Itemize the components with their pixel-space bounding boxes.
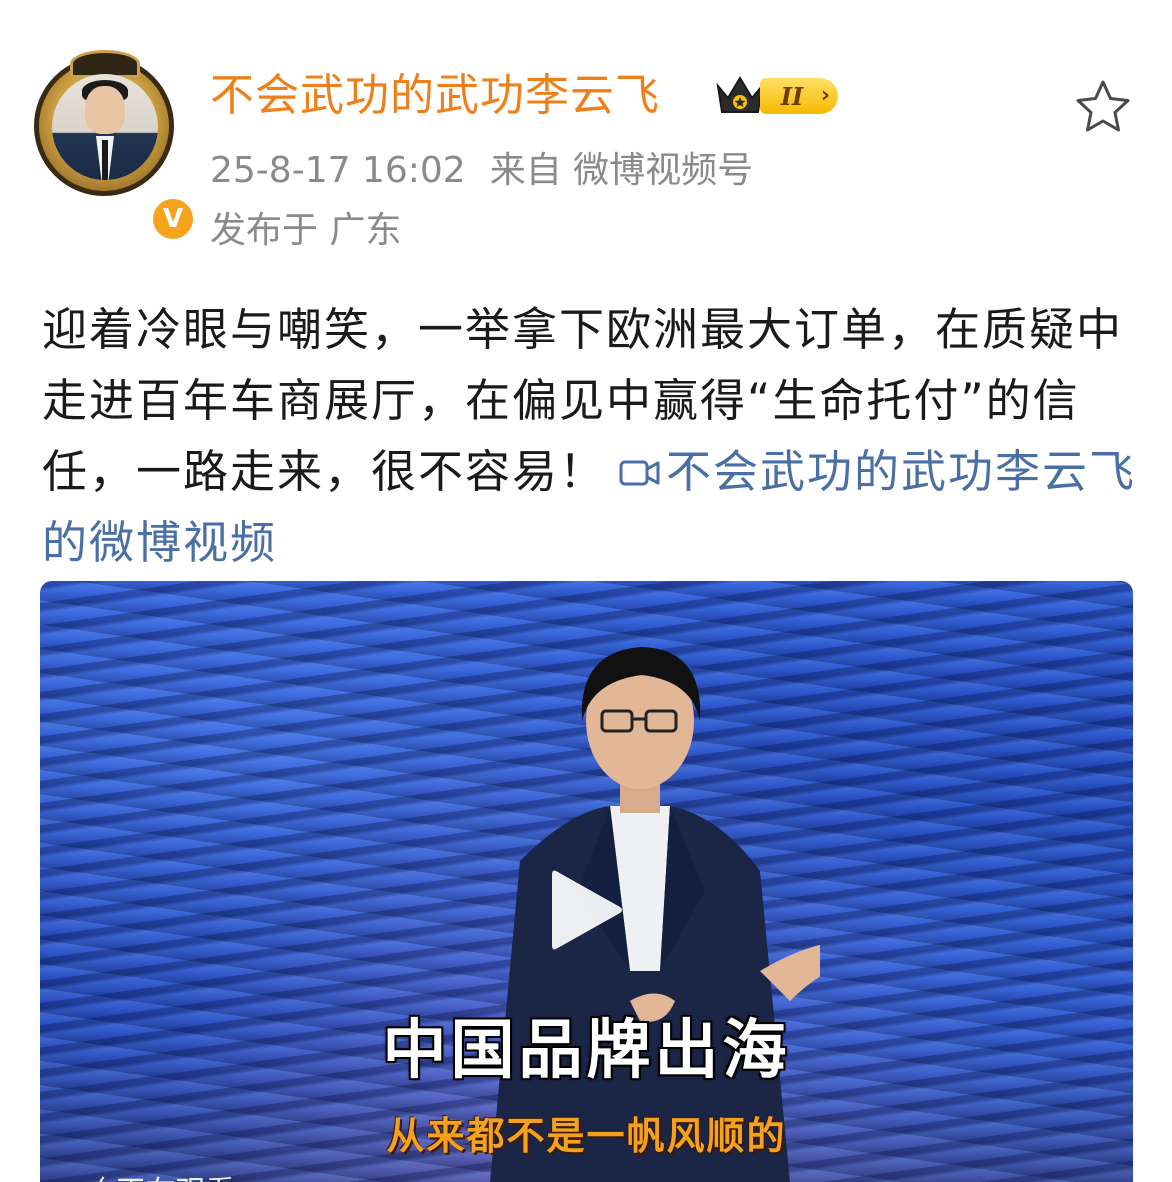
video-overlay-label: 〈 正在观看 xyxy=(76,1167,236,1182)
video-player[interactable]: 中国品牌出海 从来都不是一帆风顺的 〈 正在观看 xyxy=(40,581,1133,1182)
video-caption-sub: 从来都不是一帆风顺的 xyxy=(386,1114,787,1158)
username[interactable]: 不会武功的武功李云飞 xyxy=(210,68,660,124)
vip-level-text: II xyxy=(780,81,804,111)
verified-v-icon: V xyxy=(148,194,198,244)
chevron-right-icon: › xyxy=(820,83,830,108)
avatar-tie xyxy=(102,140,108,180)
vip-level-tag: II › xyxy=(760,78,838,114)
post-body: 迎着冷眼与嘲笑，一举拿下欧洲最大订单，在质疑中走进百年车商展厅，在偏见中赢得“生… xyxy=(42,294,1138,578)
location-prefix: 发布于 xyxy=(210,210,319,251)
video-camera-icon xyxy=(619,460,660,486)
avatar-photo xyxy=(52,74,158,180)
video-caption-main: 中国品牌出海 xyxy=(382,1014,791,1088)
location-value: 广东 xyxy=(329,210,402,251)
crown-icon xyxy=(716,76,764,113)
post-meta: 25-8-17 16:02 来自 微博视频号 xyxy=(210,146,753,196)
post-source[interactable]: 微博视频号 xyxy=(573,150,753,191)
star-outline-icon[interactable] xyxy=(1074,78,1132,134)
source-prefix: 来自 xyxy=(489,150,562,191)
post-location: 发布于 广东 xyxy=(210,206,401,256)
vip-badge[interactable]: II › xyxy=(714,70,838,120)
avatar-face xyxy=(85,86,125,134)
post-timestamp: 25-8-17 16:02 xyxy=(210,150,466,191)
play-icon[interactable] xyxy=(546,865,626,955)
speaker-figure xyxy=(490,647,820,1182)
avatar[interactable]: V xyxy=(30,50,198,244)
